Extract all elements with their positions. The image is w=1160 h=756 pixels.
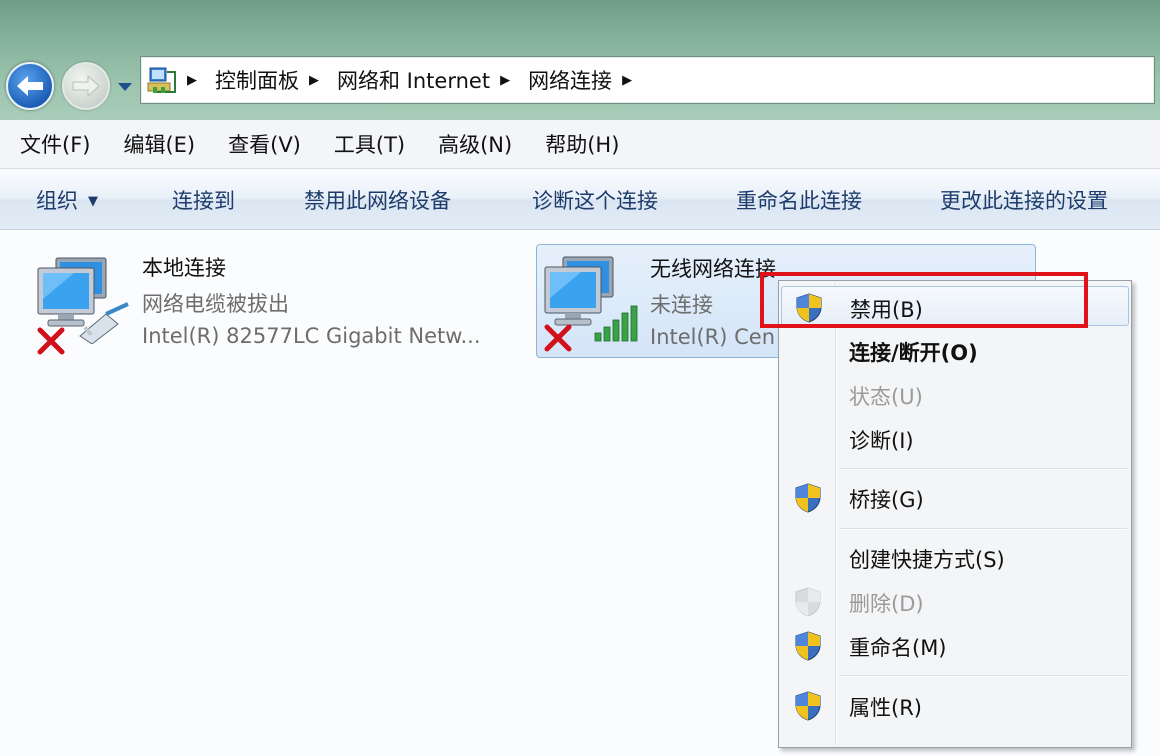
forward-arrow-icon — [72, 74, 100, 98]
connection-status: 未连接 — [650, 293, 713, 317]
breadcrumb-separator[interactable]: ▶ — [309, 73, 319, 88]
menu-item-label: 连接/断开(O) — [849, 341, 978, 365]
connect-to-button[interactable]: 连接到 — [172, 185, 235, 215]
disable-device-button[interactable]: 禁用此网络设备 — [304, 185, 451, 215]
chevron-down-icon: ▼ — [88, 194, 98, 209]
menu-tools[interactable]: 工具(T) — [314, 129, 405, 159]
menu-item-properties[interactable]: 属性(R) — [781, 685, 1129, 725]
breadcrumb: ▶ 控制面板 ▶ 网络和 Internet ▶ 网络连接 ▶ — [187, 57, 650, 103]
menu-help[interactable]: 帮助(H) — [525, 129, 619, 159]
menu-separator — [839, 675, 1127, 677]
menu-item-status: 状态(U) — [781, 374, 1129, 414]
uac-shield-icon — [795, 483, 821, 513]
connection-status: 网络电缆被拔出 — [142, 292, 289, 316]
diagnose-button[interactable]: 诊断这个连接 — [532, 185, 658, 215]
menu-item-label: 状态(U) — [849, 385, 923, 409]
back-button[interactable] — [6, 62, 54, 110]
error-x-icon — [37, 327, 65, 355]
wireless-signal-icon — [594, 305, 638, 342]
menu-item-label: 创建快捷方式(S) — [849, 548, 1005, 572]
organize-label: 组织 — [36, 189, 78, 213]
menu-advanced[interactable]: 高级(N) — [418, 129, 512, 159]
connection-name: 本地连接 — [142, 256, 226, 280]
menu-separator — [839, 528, 1127, 530]
breadcrumb-separator[interactable]: ▶ — [187, 73, 197, 88]
menu-view[interactable]: 查看(V) — [208, 129, 301, 159]
menu-separator — [839, 468, 1127, 470]
uac-shield-icon — [795, 587, 821, 617]
address-bar[interactable]: ▶ 控制面板 ▶ 网络和 Internet ▶ 网络连接 ▶ — [140, 56, 1155, 104]
organize-button[interactable]: 组织 ▼ — [36, 185, 98, 215]
network-folder-icon — [147, 67, 176, 93]
menu-bar: 文件(F) 编辑(E) 查看(V) 工具(T) 高级(N) 帮助(H) — [0, 120, 1160, 169]
breadcrumb-control-panel[interactable]: 控制面板 — [215, 65, 299, 95]
breadcrumb-network-connections[interactable]: 网络连接 — [528, 65, 612, 95]
menu-item-label: 重命名(M) — [849, 636, 947, 660]
breadcrumb-network-internet[interactable]: 网络和 Internet — [337, 65, 490, 95]
command-bar: 组织 ▼ 连接到 禁用此网络设备 诊断这个连接 重命名此连接 更改此连接的设置 — [0, 169, 1160, 230]
forward-button[interactable] — [62, 62, 110, 110]
breadcrumb-separator[interactable]: ▶ — [622, 73, 632, 88]
menu-item-label: 诊断(I) — [849, 429, 914, 453]
menu-item-label: 桥接(G) — [849, 488, 924, 512]
menu-item-bridge[interactable]: 桥接(G) — [781, 477, 1129, 517]
highlight-box — [760, 272, 1088, 328]
menu-item-label: 属性(R) — [849, 696, 922, 720]
error-x-icon — [544, 324, 572, 352]
recent-pages-dropdown[interactable] — [116, 80, 134, 94]
connection-name: 无线网络连接 — [650, 257, 776, 281]
breadcrumb-separator[interactable]: ▶ — [500, 73, 510, 88]
menu-edit[interactable]: 编辑(E) — [103, 129, 195, 159]
menu-item-create-shortcut[interactable]: 创建快捷方式(S) — [781, 537, 1129, 577]
connection-device: Intel(R) Cen — [650, 325, 776, 349]
network-cable-icon — [79, 302, 129, 344]
menu-item-diagnose[interactable]: 诊断(I) — [781, 418, 1129, 458]
connection-local[interactable]: 本地连接 网络电缆被拔出 Intel(R) 82577LC Gigabit Ne… — [30, 248, 530, 358]
uac-shield-icon — [795, 691, 821, 721]
menu-item-connect-disconnect[interactable]: 连接/断开(O) — [781, 330, 1129, 370]
menu-item-label: 删除(D) — [849, 592, 924, 616]
window-title-area: ▶ 控制面板 ▶ 网络和 Internet ▶ 网络连接 ▶ — [0, 0, 1160, 120]
context-menu: 禁用(B) 连接/断开(O) 状态(U) 诊断(I) 桥接(G) 创建快捷方式(… — [778, 280, 1132, 748]
menu-file[interactable]: 文件(F) — [0, 129, 90, 159]
uac-shield-icon — [795, 631, 821, 661]
back-arrow-icon — [17, 76, 43, 96]
connection-device: Intel(R) 82577LC Gigabit Netw... — [142, 324, 481, 348]
rename-button[interactable]: 重命名此连接 — [736, 185, 862, 215]
menu-item-delete: 删除(D) — [781, 581, 1129, 621]
menu-item-rename[interactable]: 重命名(M) — [781, 625, 1129, 665]
change-settings-button[interactable]: 更改此连接的设置 — [940, 185, 1108, 215]
